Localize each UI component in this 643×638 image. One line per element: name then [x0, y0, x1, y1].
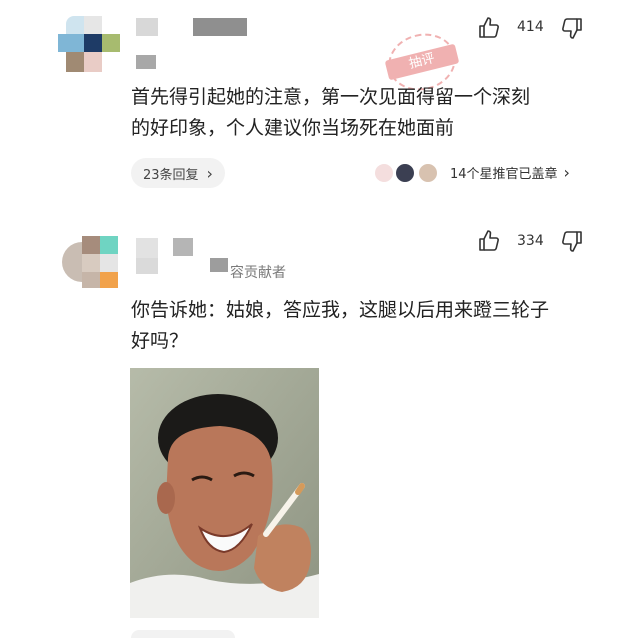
chevron-right-icon: › — [206, 163, 213, 183]
endorser-avatar-2 — [395, 163, 415, 183]
thumbs-down-icon[interactable] — [560, 16, 584, 40]
comment-1-username-blurred[interactable] — [136, 18, 158, 36]
thumbs-down-icon[interactable] — [560, 229, 584, 253]
comment-1-meta-blurred — [136, 55, 156, 69]
replies-label: 23条回复 — [143, 167, 199, 183]
comment-2-meta-blurred — [136, 258, 158, 274]
endorser-avatar-1 — [374, 163, 394, 183]
comment-1-text-line-1: 首先得引起她的注意，第一次见面得留一个深刻 — [131, 86, 531, 108]
chevron-right-icon: › — [563, 163, 570, 182]
comment-2-text-line-2: 好吗？ — [131, 330, 189, 352]
comment-1-username-blurred-2[interactable] — [193, 18, 247, 36]
comment-1-like-count: 414 — [517, 19, 544, 35]
comment-1-endorsement[interactable]: 14个星推官已盖章 › — [450, 163, 570, 182]
comment-2-photo[interactable] — [130, 368, 319, 618]
endorser-avatar-3 — [418, 163, 438, 183]
comment-2-username-blurred-2[interactable] — [173, 238, 193, 256]
comment-1-text-line-2: 的好印象，个人建议你当场死在她面前 — [131, 117, 455, 139]
contributor-badge: 容贡献者 — [230, 265, 286, 281]
thumbs-up-icon[interactable] — [477, 16, 501, 40]
bottom-pill-edge — [131, 630, 235, 638]
comment-1-avatar[interactable] — [58, 16, 120, 72]
comment-2-avatar[interactable] — [62, 236, 120, 290]
comment-2-text-line-1: 你告诉她：姑娘，答应我，这腿以后用来蹬三轮子 — [131, 299, 550, 321]
comment-2-like-count: 334 — [517, 233, 544, 249]
endorsement-label: 14个星推官已盖章 — [450, 167, 558, 182]
smiling-man-photo — [130, 368, 319, 618]
comment-2-meta-blurred-2 — [210, 258, 228, 272]
comment-1-replies-button[interactable]: 23条回复 › — [131, 158, 225, 188]
thumbs-up-icon[interactable] — [477, 229, 501, 253]
comment-2-username-blurred[interactable] — [136, 238, 158, 258]
